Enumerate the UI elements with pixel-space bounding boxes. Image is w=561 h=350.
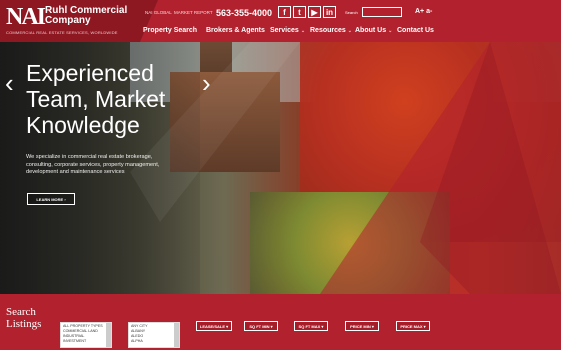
price-max-dropdown[interactable]: PRICE MAX ▾: [396, 321, 430, 331]
chevron-down-icon: ⌄: [347, 28, 352, 34]
logo-name: Ruhl Commercial Company: [45, 5, 128, 26]
list-item[interactable]: INVESTMENT: [63, 339, 109, 344]
search-listings-title: Search Listings: [6, 306, 42, 330]
linkedin-icon[interactable]: in: [323, 6, 336, 18]
property-type-select[interactable]: ALL PROPERTY TYPES COMMERCIAL LAND INDUS…: [60, 322, 112, 348]
price-min-dropdown[interactable]: PRICE MIN ▾: [345, 321, 379, 331]
phone-number[interactable]: 563-355-4000: [216, 8, 272, 18]
chevron-down-icon: ⌄: [388, 28, 393, 34]
sqft-max-dropdown[interactable]: SQ FT MAX ▾: [294, 321, 328, 331]
nai-global-link[interactable]: NAI GLOBAL: [145, 10, 172, 15]
hero-title: Experienced Team, Market Knowledge: [26, 60, 166, 138]
learn-more-button[interactable]: LEARN MORE ›: [27, 193, 75, 205]
search-label: Search: [345, 10, 358, 15]
text-size-control[interactable]: A+ a-: [415, 8, 432, 15]
hero-description: We specialize in commercial real estate …: [26, 154, 160, 175]
nav-contact-us[interactable]: Contact Us: [397, 27, 434, 34]
youtube-icon[interactable]: ▶: [308, 6, 321, 18]
twitter-icon[interactable]: t: [293, 6, 306, 18]
nav-label: Resources: [310, 27, 346, 34]
scrollbar[interactable]: [106, 323, 111, 347]
nav-label: Services: [270, 27, 299, 34]
city-select[interactable]: ANY CITY ALBANY ALEDO ALPHA: [128, 322, 180, 348]
nav-brokers-agents[interactable]: Brokers & Agents: [206, 27, 265, 34]
nav-label: Property Search: [143, 27, 198, 34]
nav-label: Brokers & Agents: [206, 27, 265, 34]
market-report-link[interactable]: MARKET REPORT: [174, 10, 213, 15]
site-header: NAI Ruhl Commercial Company COMMERCIAL RE…: [0, 0, 561, 42]
nav-about-us[interactable]: About Us ⌄: [355, 27, 392, 34]
search-listings-bar: Search Listings ALL PROPERTY TYPES COMMER…: [0, 294, 561, 350]
lease-sale-dropdown[interactable]: LEASE/SALE ▾: [196, 321, 232, 331]
hero-banner: ‹ › Experienced Team, Market Knowledge W…: [0, 42, 561, 294]
sqft-min-dropdown[interactable]: SQ FT MIN ▾: [244, 321, 278, 331]
nav-property-search[interactable]: Property Search: [143, 27, 197, 34]
scrollbar[interactable]: [174, 323, 179, 347]
hero-prev-arrow-icon[interactable]: ‹: [5, 70, 14, 96]
list-item[interactable]: ALPHA: [131, 339, 177, 344]
logo[interactable]: NAI Ruhl Commercial Company COMMERCIAL RE…: [0, 0, 158, 42]
nav-services[interactable]: Services ⌄: [270, 27, 305, 34]
facebook-icon[interactable]: f: [278, 6, 291, 18]
nav-label: About Us: [355, 27, 387, 34]
logo-mark: NAI: [6, 4, 46, 30]
logo-tagline: COMMERCIAL REAL ESTATE SERVICES, WORLDWI…: [6, 30, 118, 35]
search-input[interactable]: [362, 7, 402, 17]
nav-label: Contact Us: [397, 27, 434, 34]
nav-resources[interactable]: Resources ⌄: [310, 27, 352, 34]
chevron-down-icon: ⌄: [300, 28, 306, 34]
